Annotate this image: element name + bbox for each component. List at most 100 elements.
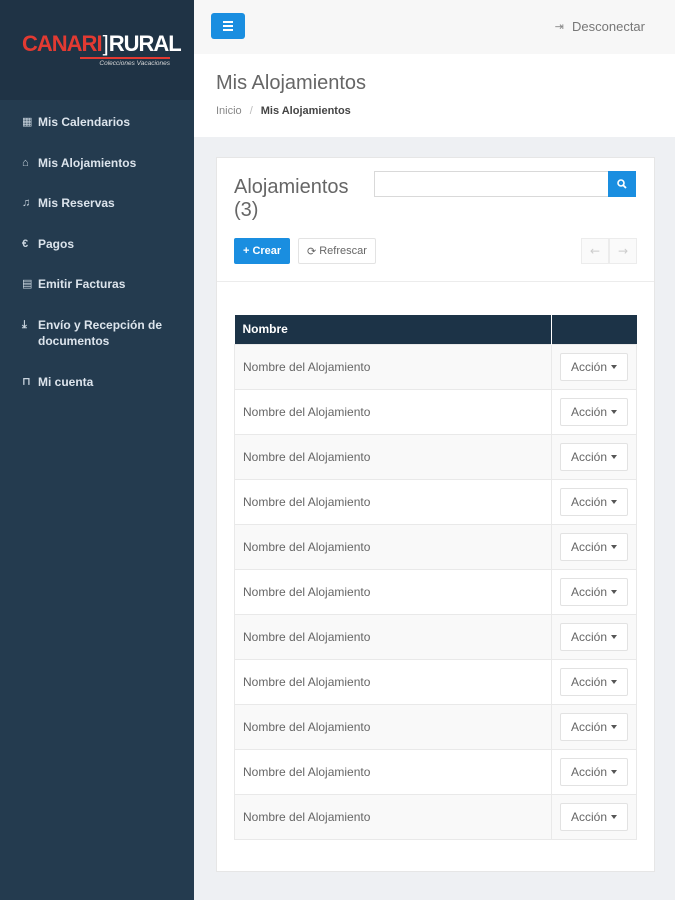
row-action-cell: Acción (551, 658, 638, 704)
search-input[interactable] (374, 171, 608, 197)
sign-out-icon: ⇥ (554, 21, 565, 33)
sidebar-item-envio-y-recepcion-de-documentos[interactable]: ⤓ Envío y Recepción de documentos (0, 311, 194, 368)
download-icon: ⤓ (22, 318, 27, 331)
sidebar-item-mis-alojamientos[interactable]: ⌂ Mis Alojamientos (0, 149, 194, 190)
table-row: Nombre del Alojamiento Acción (234, 793, 638, 840)
crear-button[interactable]: + Crear (234, 238, 291, 264)
accion-dropdown-button[interactable]: Acción (559, 667, 628, 696)
row-action-cell: Acción (551, 793, 638, 840)
table-row: Nombre del Alojamiento Acción (234, 343, 638, 389)
accion-label: Acción (570, 539, 607, 554)
sidebar-item-label: Mis Calendarios (38, 115, 131, 129)
row-action-cell: Acción (551, 388, 638, 434)
accion-dropdown-button[interactable]: Acción (559, 487, 628, 516)
prev-page-button[interactable]: ← (581, 238, 609, 264)
accion-label: Acción (570, 494, 607, 509)
column-header-actions (551, 315, 637, 344)
table-row: Nombre del Alojamiento Acción (234, 748, 638, 794)
page-header: Mis Alojamientos Inicio / Mis Alojamient… (194, 54, 675, 137)
row-nombre-cell: Nombre del Alojamiento (234, 343, 552, 389)
logo-bracket: ] (102, 31, 109, 56)
accion-dropdown-button[interactable]: Acción (559, 802, 628, 831)
accion-dropdown-button[interactable]: Acción (559, 442, 628, 471)
accion-label: Acción (570, 674, 607, 689)
page-title: Mis Alojamientos (216, 72, 367, 94)
table-row: Nombre del Alojamiento Acción (234, 478, 638, 524)
row-nombre-cell: Nombre del Alojamiento (234, 433, 552, 479)
sidebar-item-emitir-facturas[interactable]: ▤ Emitir Facturas (0, 270, 194, 311)
breadcrumb-current: Mis Alojamientos (260, 105, 351, 117)
table-row: Nombre del Alojamiento Acción (234, 433, 638, 479)
logo[interactable]: CANARI] RURAL Colecciones Vacaciones (0, 0, 194, 100)
caret-down-icon (611, 679, 617, 684)
refrescar-button[interactable]: ⟳ Refrescar (298, 238, 376, 264)
caret-down-icon (611, 814, 617, 819)
accion-dropdown-button[interactable]: Acción (559, 622, 628, 651)
table-row: Nombre del Alojamiento Acción (234, 658, 638, 704)
accion-dropdown-button[interactable]: Acción (559, 532, 628, 561)
arrow-right-icon: → (617, 244, 629, 258)
caret-down-icon (611, 544, 617, 549)
logo-text-part2: RURAL (108, 31, 182, 56)
accion-label: Acción (570, 719, 607, 734)
sidebar-item-pagos[interactable]: € Pagos (0, 230, 194, 271)
alojamientos-table: Nombre Nombre del Alojamiento Acción Nombr… (234, 315, 638, 840)
breadcrumb: Inicio / Mis Alojamientos (216, 105, 675, 117)
logout-link[interactable]: ⇥ Desconectar (555, 19, 645, 34)
sidebar-item-mis-calendarios[interactable]: ▦ Mis Calendarios (0, 108, 194, 149)
row-nombre-cell: Nombre del Alojamiento (234, 478, 552, 524)
table-header-row: Nombre (234, 315, 637, 344)
sidebar-item-label: Pagos (38, 236, 75, 251)
row-nombre-cell: Nombre del Alojamiento (234, 388, 552, 434)
accion-dropdown-button[interactable]: Acción (559, 712, 628, 741)
caret-down-icon (611, 499, 617, 504)
sidebar-item-label: Mi cuenta (38, 374, 94, 389)
sidebar-item-label: Mis Reservas (38, 196, 115, 210)
invoice-icon: ▤ (22, 278, 33, 290)
logo-wordmark: CANARI] RURAL (22, 33, 194, 55)
accion-label: Acción (570, 809, 607, 824)
search-box (374, 171, 636, 197)
row-action-cell: Acción (551, 523, 638, 569)
row-nombre-cell: Nombre del Alojamiento (234, 793, 552, 840)
accion-dropdown-button[interactable]: Acción (559, 352, 628, 381)
accion-dropdown-button[interactable]: Acción (559, 757, 628, 786)
sidebar-item-mis-reservas[interactable]: ♫ Mis Reservas (0, 189, 194, 230)
logout-label: Desconectar (572, 19, 645, 34)
caret-down-icon (611, 589, 617, 594)
search-button[interactable] (608, 171, 636, 197)
accion-dropdown-button[interactable]: Acción (559, 577, 628, 606)
crear-label: Crear (252, 245, 282, 257)
row-action-cell: Acción (551, 478, 638, 524)
caret-down-icon (611, 454, 617, 459)
row-nombre-cell: Nombre del Alojamiento (234, 658, 552, 704)
sidebar-item-label: Envío y Recepción de documentos (38, 317, 163, 348)
table-body: Nombre del Alojamiento Acción Nombre del A… (234, 343, 638, 840)
row-action-cell: Acción (551, 568, 638, 614)
hamburger-icon (223, 21, 233, 23)
table-row: Nombre del Alojamiento Acción (234, 613, 638, 659)
row-action-cell: Acción (551, 748, 638, 794)
lock-icon: ⊓ (22, 375, 31, 388)
calendar-icon: ▦ (22, 116, 33, 128)
caret-down-icon (611, 634, 617, 639)
accion-label: Acción (570, 629, 607, 644)
menu-toggle-button[interactable] (211, 13, 245, 39)
breadcrumb-home[interactable]: Inicio (216, 105, 242, 117)
search-icon (617, 179, 627, 189)
alojamientos-card: Alojamientos (3) + Crear ⟳ Refrescar ← → N… (216, 157, 655, 872)
row-nombre-cell: Nombre del Alojamiento (234, 568, 552, 614)
row-nombre-cell: Nombre del Alojamiento (234, 703, 552, 749)
sidebar-item-mi-cuenta[interactable]: ⊓ Mi cuenta (0, 368, 194, 409)
accion-label: Acción (570, 404, 607, 419)
caret-down-icon (611, 724, 617, 729)
accion-dropdown-button[interactable]: Acción (559, 397, 628, 426)
next-page-button[interactable]: → (609, 238, 637, 264)
table-row: Nombre del Alojamiento Acción (234, 388, 638, 434)
accion-label: Acción (570, 764, 607, 779)
column-header-nombre: Nombre (234, 315, 552, 344)
pagination: ← → (581, 238, 637, 264)
table-row: Nombre del Alojamiento Acción (234, 523, 638, 569)
row-action-cell: Acción (551, 433, 638, 479)
accion-label: Acción (570, 359, 607, 374)
